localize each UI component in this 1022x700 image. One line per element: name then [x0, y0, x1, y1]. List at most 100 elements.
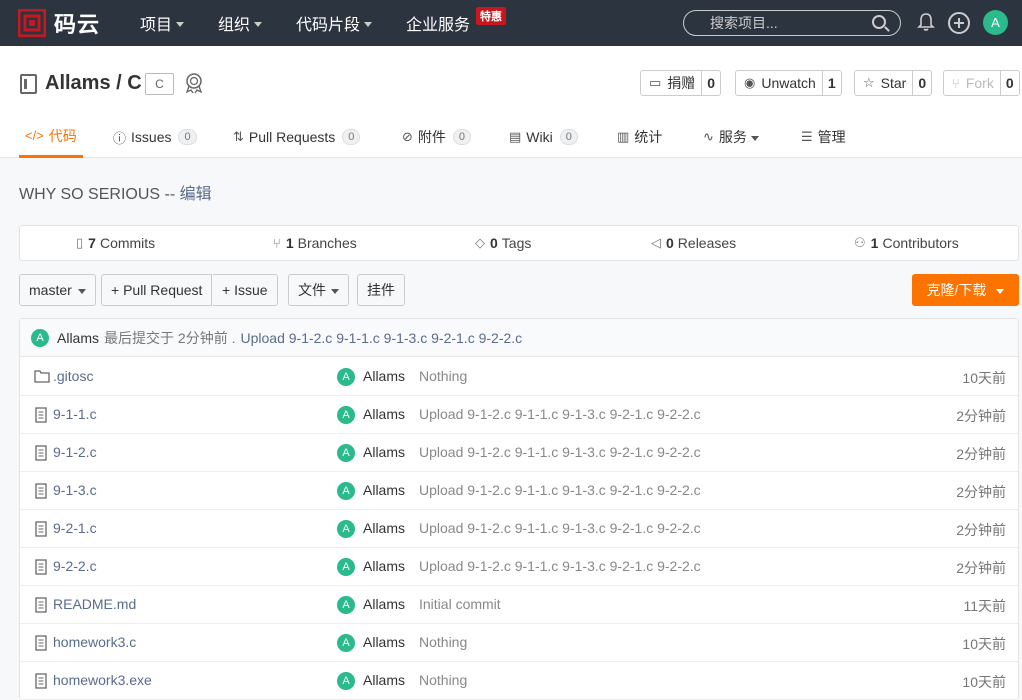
branch-select[interactable]: master	[19, 274, 96, 306]
file-icon	[34, 483, 48, 499]
file-commit-time: 10天前	[962, 636, 1006, 652]
file-commit-author[interactable]: Allams	[363, 444, 405, 460]
file-name-link[interactable]: 9-2-2.c	[53, 558, 97, 574]
file-row[interactable]: 9-2-1.c A Allams Upload 9-1-2.c 9-1-1.c 9-1…	[20, 510, 1018, 548]
file-name-link[interactable]: 9-1-3.c	[53, 482, 97, 498]
fork-button[interactable]: ⑂ Fork 0	[943, 70, 1020, 96]
file-row[interactable]: README.md A Allams Initial commit 11天前	[20, 586, 1018, 624]
tags-label: Tags	[501, 235, 532, 251]
bell-icon[interactable]	[917, 12, 935, 32]
file-row[interactable]: 9-1-3.c A Allams Upload 9-1-2.c 9-1-1.c 9-1…	[20, 472, 1018, 510]
file-commit-message[interactable]: Upload 9-1-2.c 9-1-1.c 9-1-3.c 9-2-1.c 9…	[419, 406, 701, 422]
repo-name-link[interactable]: C	[127, 72, 141, 94]
avatar[interactable]: A	[31, 328, 49, 347]
nav-projects[interactable]: 项目	[140, 11, 185, 35]
avatar[interactable]: A	[337, 672, 355, 690]
file-commit-message[interactable]: Nothing	[419, 672, 467, 688]
file-name-link[interactable]: 9-1-2.c	[53, 444, 97, 460]
tab-stats[interactable]: ▥ 统计	[617, 116, 662, 158]
commits-stat[interactable]: ▯ 7 Commits	[76, 226, 155, 260]
nav-enterprise[interactable]: 企业服务	[406, 11, 470, 35]
file-name-link[interactable]: homework3.c	[53, 634, 136, 650]
donate-button[interactable]: ▭ 捐赠 0	[640, 70, 722, 96]
tab-code[interactable]: </> 代码	[19, 116, 83, 158]
avatar[interactable]: A	[337, 558, 355, 576]
commit-message-link[interactable]: Upload 9-1-2.c 9-1-1.c 9-1-3.c 9-2-1.c 9…	[240, 330, 522, 346]
file-commit-time: 2分钟前	[956, 560, 1006, 576]
site-logo[interactable]: 码云	[18, 9, 100, 37]
file-commit-message[interactable]: Upload 9-1-2.c 9-1-1.c 9-1-3.c 9-2-1.c 9…	[419, 482, 701, 498]
avatar[interactable]: A	[337, 634, 355, 652]
file-commit-message[interactable]: Upload 9-1-2.c 9-1-1.c 9-1-3.c 9-2-1.c 9…	[419, 520, 701, 536]
nav-organizations[interactable]: 组织	[218, 11, 263, 35]
file-commit-author[interactable]: Allams	[363, 634, 405, 650]
contributors-label: Contributors	[882, 235, 959, 251]
file-name-link[interactable]: README.md	[53, 596, 136, 612]
file-name-link[interactable]: 9-1-1.c	[53, 406, 97, 422]
tab-wiki[interactable]: ▤ Wiki 0	[509, 116, 578, 158]
file-commit-author[interactable]: Allams	[363, 520, 405, 536]
new-pull-request-button[interactable]: + Pull Request	[101, 274, 213, 306]
file-name-link[interactable]: .gitosc	[53, 368, 93, 384]
avatar[interactable]: A	[337, 482, 355, 500]
avatar[interactable]: A	[337, 368, 355, 386]
clone-download-button[interactable]: 克隆/下载	[912, 274, 1019, 306]
repo-owner-link[interactable]: Allams	[45, 72, 111, 94]
file-row[interactable]: 9-1-2.c A Allams Upload 9-1-2.c 9-1-1.c 9-1…	[20, 434, 1018, 472]
branches-stat[interactable]: ⑂ 1 Branches	[273, 226, 357, 260]
file-row[interactable]: 9-2-2.c A Allams Upload 9-1-2.c 9-1-1.c 9-1…	[20, 548, 1018, 586]
file-row[interactable]: homework3.exe A Allams Nothing 10天前	[20, 662, 1018, 700]
file-name-link[interactable]: 9-2-1.c	[53, 520, 97, 536]
file-commit-message[interactable]: Initial commit	[419, 596, 501, 612]
user-avatar[interactable]: A	[983, 10, 1008, 35]
search-input[interactable]	[684, 15, 864, 31]
avatar[interactable]: A	[337, 444, 355, 462]
avatar[interactable]: A	[337, 596, 355, 614]
issue-icon: ⓘ	[113, 130, 127, 146]
language-tag[interactable]: C	[145, 73, 174, 95]
file-commit-author[interactable]: Allams	[363, 406, 405, 422]
tab-issues[interactable]: ⓘ Issues 0	[113, 116, 197, 158]
file-commit-author[interactable]: Allams	[363, 596, 405, 612]
file-row[interactable]: .gitosc A Allams Nothing 10天前	[20, 358, 1018, 396]
tab-attachments[interactable]: ⊘ 附件 0	[402, 116, 472, 158]
file-commit-message[interactable]: Upload 9-1-2.c 9-1-1.c 9-1-3.c 9-2-1.c 9…	[419, 558, 701, 574]
tab-manage[interactable]: ☰ 管理	[801, 116, 846, 158]
contributors-stat[interactable]: ⚇ 1 Contributors	[854, 226, 959, 260]
avatar[interactable]: A	[337, 520, 355, 538]
file-commit-author[interactable]: Allams	[363, 558, 405, 574]
star-button[interactable]: ☆ Star 0	[854, 70, 933, 96]
chevron-down-icon	[364, 21, 373, 27]
tags-stat[interactable]: ◇ 0 Tags	[475, 226, 531, 260]
releases-stat[interactable]: ◁ 0 Releases	[651, 226, 736, 260]
file-row[interactable]: 9-1-1.c A Allams Upload 9-1-2.c 9-1-1.c 9-1…	[20, 396, 1018, 434]
commit-author[interactable]: Allams	[57, 330, 99, 346]
tab-services[interactable]: ∿ 服务	[703, 116, 759, 158]
eye-icon: ◉	[744, 75, 756, 90]
release-icon: ◁	[651, 235, 661, 250]
file-menu-button[interactable]: 文件	[288, 274, 349, 306]
fork-icon: ⑂	[952, 75, 960, 91]
nav-snippets[interactable]: 代码片段	[296, 11, 373, 35]
widget-button[interactable]: 挂件	[357, 274, 405, 306]
file-commit-message[interactable]: Nothing	[419, 634, 467, 650]
file-name-link[interactable]: homework3.exe	[53, 672, 152, 688]
tab-pull-requests[interactable]: ⇅ Pull Requests 0	[233, 116, 361, 158]
commits-count: 7	[88, 235, 96, 251]
file-commit-author[interactable]: Allams	[363, 482, 405, 498]
plus-icon[interactable]	[948, 12, 970, 34]
unwatch-button[interactable]: ◉ Unwatch 1	[735, 70, 842, 96]
file-menu-label: 文件	[298, 282, 326, 298]
avatar[interactable]: A	[337, 406, 355, 424]
file-commit-author[interactable]: Allams	[363, 672, 405, 688]
new-issue-button[interactable]: + Issue	[213, 274, 278, 306]
search-icon[interactable]	[872, 15, 886, 29]
file-commit-message[interactable]: Nothing	[419, 368, 467, 384]
award-icon[interactable]	[184, 72, 204, 94]
file-commit-author[interactable]: Allams	[363, 368, 405, 384]
file-commit-message[interactable]: Upload 9-1-2.c 9-1-1.c 9-1-3.c 9-2-1.c 9…	[419, 444, 701, 460]
edit-description-link[interactable]: 编辑	[180, 186, 212, 203]
file-row[interactable]: homework3.c A Allams Nothing 10天前	[20, 624, 1018, 662]
watch-count: 1	[821, 71, 841, 95]
chevron-down-icon	[996, 288, 1005, 294]
